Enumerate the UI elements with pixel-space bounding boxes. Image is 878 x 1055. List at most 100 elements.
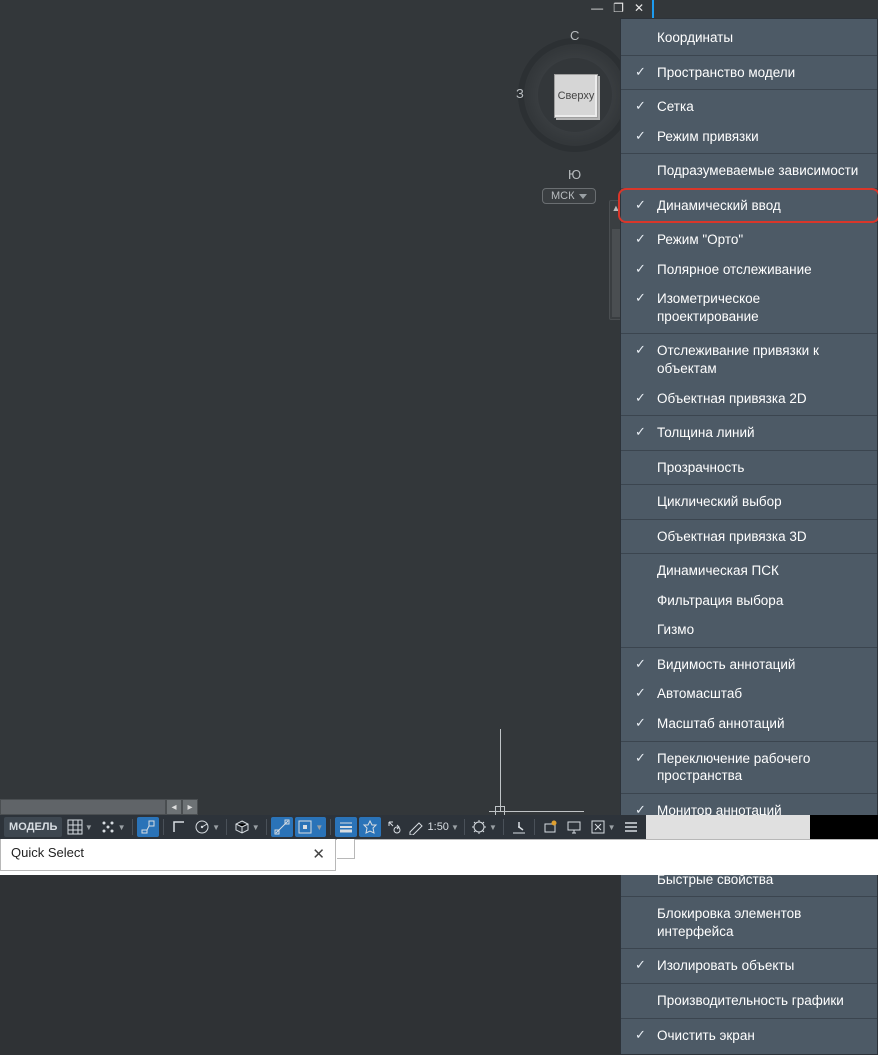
statusbar-customize-menu[interactable]: КоординатыПространство моделиСеткаРежим … bbox=[620, 18, 878, 1055]
quick-select-tab-stub bbox=[337, 839, 355, 859]
osnap-track-icon bbox=[274, 819, 290, 835]
menu-item-1[interactable]: Пространство модели bbox=[621, 58, 877, 88]
layout-scroll-left-button[interactable]: ◂ bbox=[166, 799, 182, 815]
isodraft-button[interactable]: ▼ bbox=[231, 817, 262, 837]
polar-icon bbox=[194, 819, 210, 835]
chevron-down-icon: ▼ bbox=[608, 823, 616, 832]
layout-scroll-track[interactable] bbox=[0, 799, 166, 815]
anno-scale-button[interactable]: 1:50▼ bbox=[407, 817, 460, 837]
anno-vis-button[interactable] bbox=[359, 817, 381, 837]
anno-scale-icon bbox=[408, 819, 424, 835]
menu-item-11[interactable]: Толщина линий bbox=[621, 418, 877, 448]
menu-item-4[interactable]: Подразумеваемые зависимости bbox=[621, 156, 877, 186]
anno-vis-icon bbox=[362, 819, 378, 835]
status-bar: МОДЕЛЬ ▼▼▼▼▼1:50▼▼▼ bbox=[0, 815, 646, 839]
window-close-button[interactable]: ✕ bbox=[634, 2, 644, 14]
grid-display-icon bbox=[67, 819, 83, 835]
quick-select-tab[interactable]: Quick Select ✕ bbox=[0, 839, 336, 871]
chevron-down-icon: ▼ bbox=[118, 823, 126, 832]
chevron-down-icon: ▼ bbox=[451, 823, 459, 832]
menu-separator bbox=[621, 519, 877, 520]
infer-button[interactable] bbox=[137, 817, 159, 837]
window-restore-button[interactable]: ❐ bbox=[613, 2, 624, 14]
chevron-down-icon: ▼ bbox=[212, 823, 220, 832]
window-minimize-button[interactable]: — bbox=[591, 2, 603, 14]
menu-separator bbox=[621, 948, 877, 949]
menu-item-21[interactable]: Переключение рабочего пространства bbox=[621, 744, 877, 791]
osnap-2d-button[interactable]: ▼ bbox=[295, 817, 326, 837]
scrollbar-thumb[interactable] bbox=[612, 229, 620, 317]
autoscale-button[interactable] bbox=[383, 817, 405, 837]
ucs-label: МСК bbox=[551, 190, 575, 202]
osnap-track-button[interactable] bbox=[271, 817, 293, 837]
menu-separator bbox=[621, 89, 877, 90]
snap-button[interactable]: ▼ bbox=[97, 817, 128, 837]
menu-item-2[interactable]: Сетка bbox=[621, 92, 877, 122]
statusbar-separator bbox=[163, 819, 164, 835]
menu-separator bbox=[621, 1018, 877, 1019]
menu-item-5[interactable]: Динамический ввод bbox=[621, 191, 877, 221]
menu-item-28[interactable]: Очистить экран bbox=[621, 1021, 877, 1051]
menu-item-10[interactable]: Объектная привязка 2D bbox=[621, 384, 877, 414]
menu-separator bbox=[621, 793, 877, 794]
hardware-button[interactable] bbox=[563, 817, 585, 837]
close-icon[interactable]: ✕ bbox=[312, 845, 325, 863]
polar-button[interactable]: ▼ bbox=[192, 817, 223, 837]
menu-item-16[interactable]: Фильтрация выбора bbox=[621, 586, 877, 616]
menu-item-13[interactable]: Циклический выбор bbox=[621, 487, 877, 517]
menu-item-3[interactable]: Режим привязки bbox=[621, 122, 877, 152]
menu-separator bbox=[621, 553, 877, 554]
anno-monitor-button[interactable] bbox=[508, 817, 530, 837]
viewcube-south-label[interactable]: Ю bbox=[568, 167, 581, 182]
grid-display-button[interactable]: ▼ bbox=[64, 817, 95, 837]
statusbar-separator bbox=[503, 819, 504, 835]
menu-item-26[interactable]: Изолировать объекты bbox=[621, 951, 877, 981]
customize-icon bbox=[623, 819, 639, 835]
lineweight-icon bbox=[338, 819, 354, 835]
workspace-button[interactable]: ▼ bbox=[469, 817, 500, 837]
menu-item-7[interactable]: Полярное отслеживание bbox=[621, 255, 877, 285]
model-space-button[interactable]: МОДЕЛЬ bbox=[4, 817, 62, 837]
menu-separator bbox=[621, 741, 877, 742]
statusbar-separator bbox=[464, 819, 465, 835]
menu-separator bbox=[621, 55, 877, 56]
viewcube-west-label[interactable]: З bbox=[516, 86, 524, 101]
hardware-icon bbox=[566, 819, 582, 835]
osnap-2d-icon bbox=[297, 819, 313, 835]
menu-item-18[interactable]: Видимость аннотаций bbox=[621, 650, 877, 680]
menu-item-19[interactable]: Автомасштаб bbox=[621, 679, 877, 709]
ortho-button[interactable] bbox=[168, 817, 190, 837]
menu-item-14[interactable]: Объектная привязка 3D bbox=[621, 522, 877, 552]
menu-item-6[interactable]: Режим "Орто" bbox=[621, 225, 877, 255]
statusbar-separator bbox=[132, 819, 133, 835]
menu-item-15[interactable]: Динамическая ПСК bbox=[621, 556, 877, 586]
menu-item-9[interactable]: Отслеживание привязки к объектам bbox=[621, 336, 877, 383]
menu-item-0[interactable]: Координаты bbox=[621, 23, 877, 53]
menu-item-27[interactable]: Производительность графики bbox=[621, 986, 877, 1016]
menu-item-20[interactable]: Масштаб аннотаций bbox=[621, 709, 877, 739]
viewcube-top-face[interactable]: Сверху bbox=[554, 74, 598, 118]
statusbar-scale-label: 1:50 bbox=[428, 821, 449, 833]
menu-item-17[interactable]: Гизмо bbox=[621, 615, 877, 645]
menu-item-8[interactable]: Изометрическое проектирование bbox=[621, 284, 877, 331]
viewcube-north-label[interactable]: С bbox=[570, 28, 579, 43]
quick-select-panel: Quick Select ✕ bbox=[0, 839, 878, 875]
menu-item-25[interactable]: Блокировка элементов интерфейса bbox=[621, 899, 877, 946]
menu-separator bbox=[621, 484, 877, 485]
clean-screen-button[interactable]: ▼ bbox=[587, 817, 618, 837]
accent-divider bbox=[652, 0, 654, 18]
chevron-down-icon: ▼ bbox=[489, 823, 497, 832]
autoscale-icon bbox=[386, 819, 402, 835]
layout-scroll-right-button[interactable]: ▸ bbox=[182, 799, 198, 815]
menu-item-12[interactable]: Прозрачность bbox=[621, 453, 877, 483]
menu-separator bbox=[621, 333, 877, 334]
customize-button[interactable] bbox=[620, 817, 642, 837]
menu-separator bbox=[621, 153, 877, 154]
isolate-button[interactable] bbox=[539, 817, 561, 837]
ucs-badge[interactable]: МСК bbox=[542, 188, 596, 204]
lineweight-button[interactable] bbox=[335, 817, 357, 837]
anno-monitor-icon bbox=[511, 819, 527, 835]
menu-separator bbox=[621, 415, 877, 416]
isolate-icon bbox=[542, 819, 558, 835]
layout-scrollbar[interactable]: ◂ ▸ bbox=[0, 799, 198, 815]
